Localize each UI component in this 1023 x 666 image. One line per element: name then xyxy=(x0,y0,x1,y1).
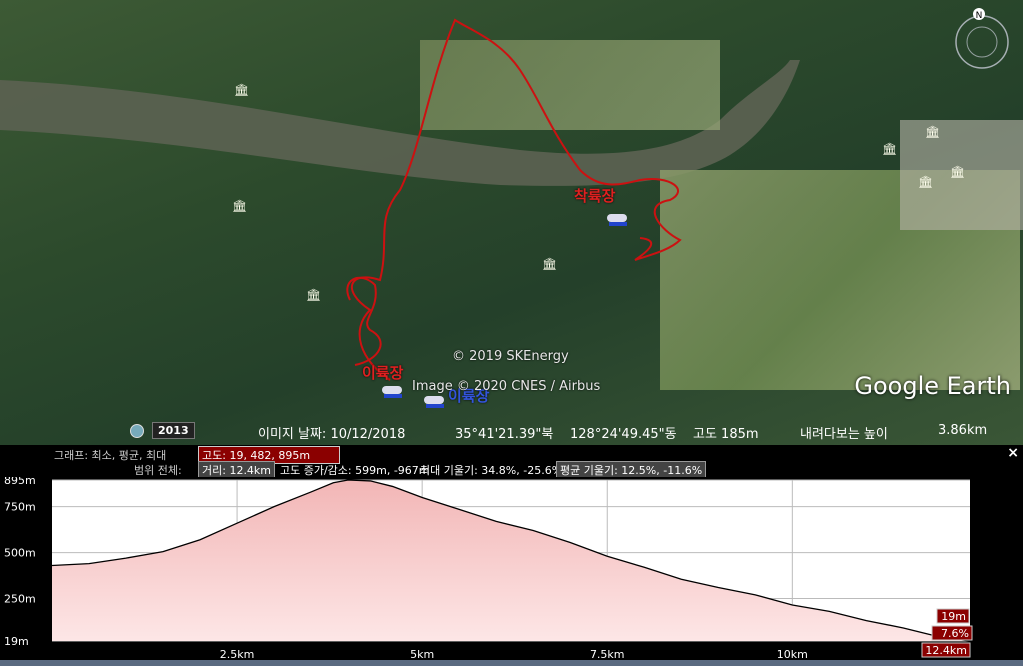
landing-site-label: 착륙장 xyxy=(574,187,616,205)
helipad-icon[interactable] xyxy=(422,392,448,410)
end-value-label: 19m xyxy=(936,608,970,624)
landmark-icon[interactable]: 🏛 xyxy=(925,125,940,139)
elevation-profile-panel: 그래프: 최소, 평균, 최대 고도: 19, 482, 895m 범위 전체:… xyxy=(0,445,1023,666)
compass-navigation-control[interactable]: N xyxy=(950,8,1014,72)
latitude: 35°41'21.39"북 xyxy=(455,427,554,442)
range-elevation-change: 고도 증가/감소: 599m, -967m xyxy=(280,464,430,477)
longitude: 128°24'49.45"동 xyxy=(570,427,677,442)
y-tick-label: 19m xyxy=(4,635,29,648)
end-value-text: 19m xyxy=(941,610,966,623)
landmark-icon[interactable]: 🏛 xyxy=(542,257,557,271)
range-label: 범위 전체: xyxy=(134,464,182,477)
google-earth-logo: Google Earth xyxy=(854,372,1011,400)
compass-north-label: N xyxy=(976,11,983,21)
copyright-sk: © 2019 SKEnergy xyxy=(452,349,569,364)
status-bar: 이미지 날짜: 10/12/2018 35°41'21.39"북 128°24'… xyxy=(0,420,1023,442)
taskbar xyxy=(0,660,1023,666)
y-tick-label: 500m xyxy=(4,547,36,560)
end-value-text: 7.6% xyxy=(941,627,969,640)
elevation-chart-svg[interactable]: 895m750m500m250m19m2.5km 5km 7.5km 10km19m7… xyxy=(0,477,1023,666)
y-tick-label: 750m xyxy=(4,501,36,514)
y-tick-label: 895m xyxy=(4,477,36,487)
helipad-icon[interactable] xyxy=(605,210,631,228)
graph-stats-label: 그래프: 최소, 평균, 최대 xyxy=(54,449,167,462)
landmark-icon[interactable]: 🏛 xyxy=(232,199,247,213)
helipad-icon[interactable] xyxy=(380,382,406,400)
altitude: 고도 185m xyxy=(693,427,759,442)
range-max-slope: 최대 기울기: 34.8%, -25.6% xyxy=(420,464,563,477)
eye-altitude-label: 내려다보는 높이 xyxy=(800,427,888,442)
image-date: 이미지 날짜: 10/12/2018 xyxy=(258,427,406,442)
close-icon[interactable]: × xyxy=(1007,445,1019,461)
elevation-profile-header: 그래프: 최소, 평균, 최대 고도: 19, 482, 895m 범위 전체:… xyxy=(0,445,1023,479)
landmark-icon[interactable]: 🏛 xyxy=(918,175,933,189)
end-value-label: 7.6% xyxy=(931,625,973,641)
landmark-icon[interactable]: 🏛 xyxy=(882,142,897,156)
end-value-text: 12.4km xyxy=(925,644,967,657)
satellite-map-view[interactable]: 착륙장 이륙장 이륙장 🏛 🏛 🏛 🏛 🏛 🏛 🏛 🏛 N © 2019 SKE… xyxy=(0,0,1023,445)
landmark-icon[interactable]: 🏛 xyxy=(234,83,249,97)
elevation-chart[interactable]: 895m 750m 500m 250m 19m 2.5km 5km 7.5km 10km 19m 7… xyxy=(0,477,1023,666)
landmark-icon[interactable]: 🏛 xyxy=(306,288,321,302)
y-tick-label: 250m xyxy=(4,593,36,606)
takeoff-site-label: 이륙장 xyxy=(362,364,404,382)
copyright-image: Image © 2020 CNES / Airbus xyxy=(412,379,601,394)
eye-altitude-value: 3.86km xyxy=(938,423,988,438)
end-value-label: 12.4km xyxy=(921,642,971,658)
landmark-icon[interactable]: 🏛 xyxy=(950,165,965,179)
